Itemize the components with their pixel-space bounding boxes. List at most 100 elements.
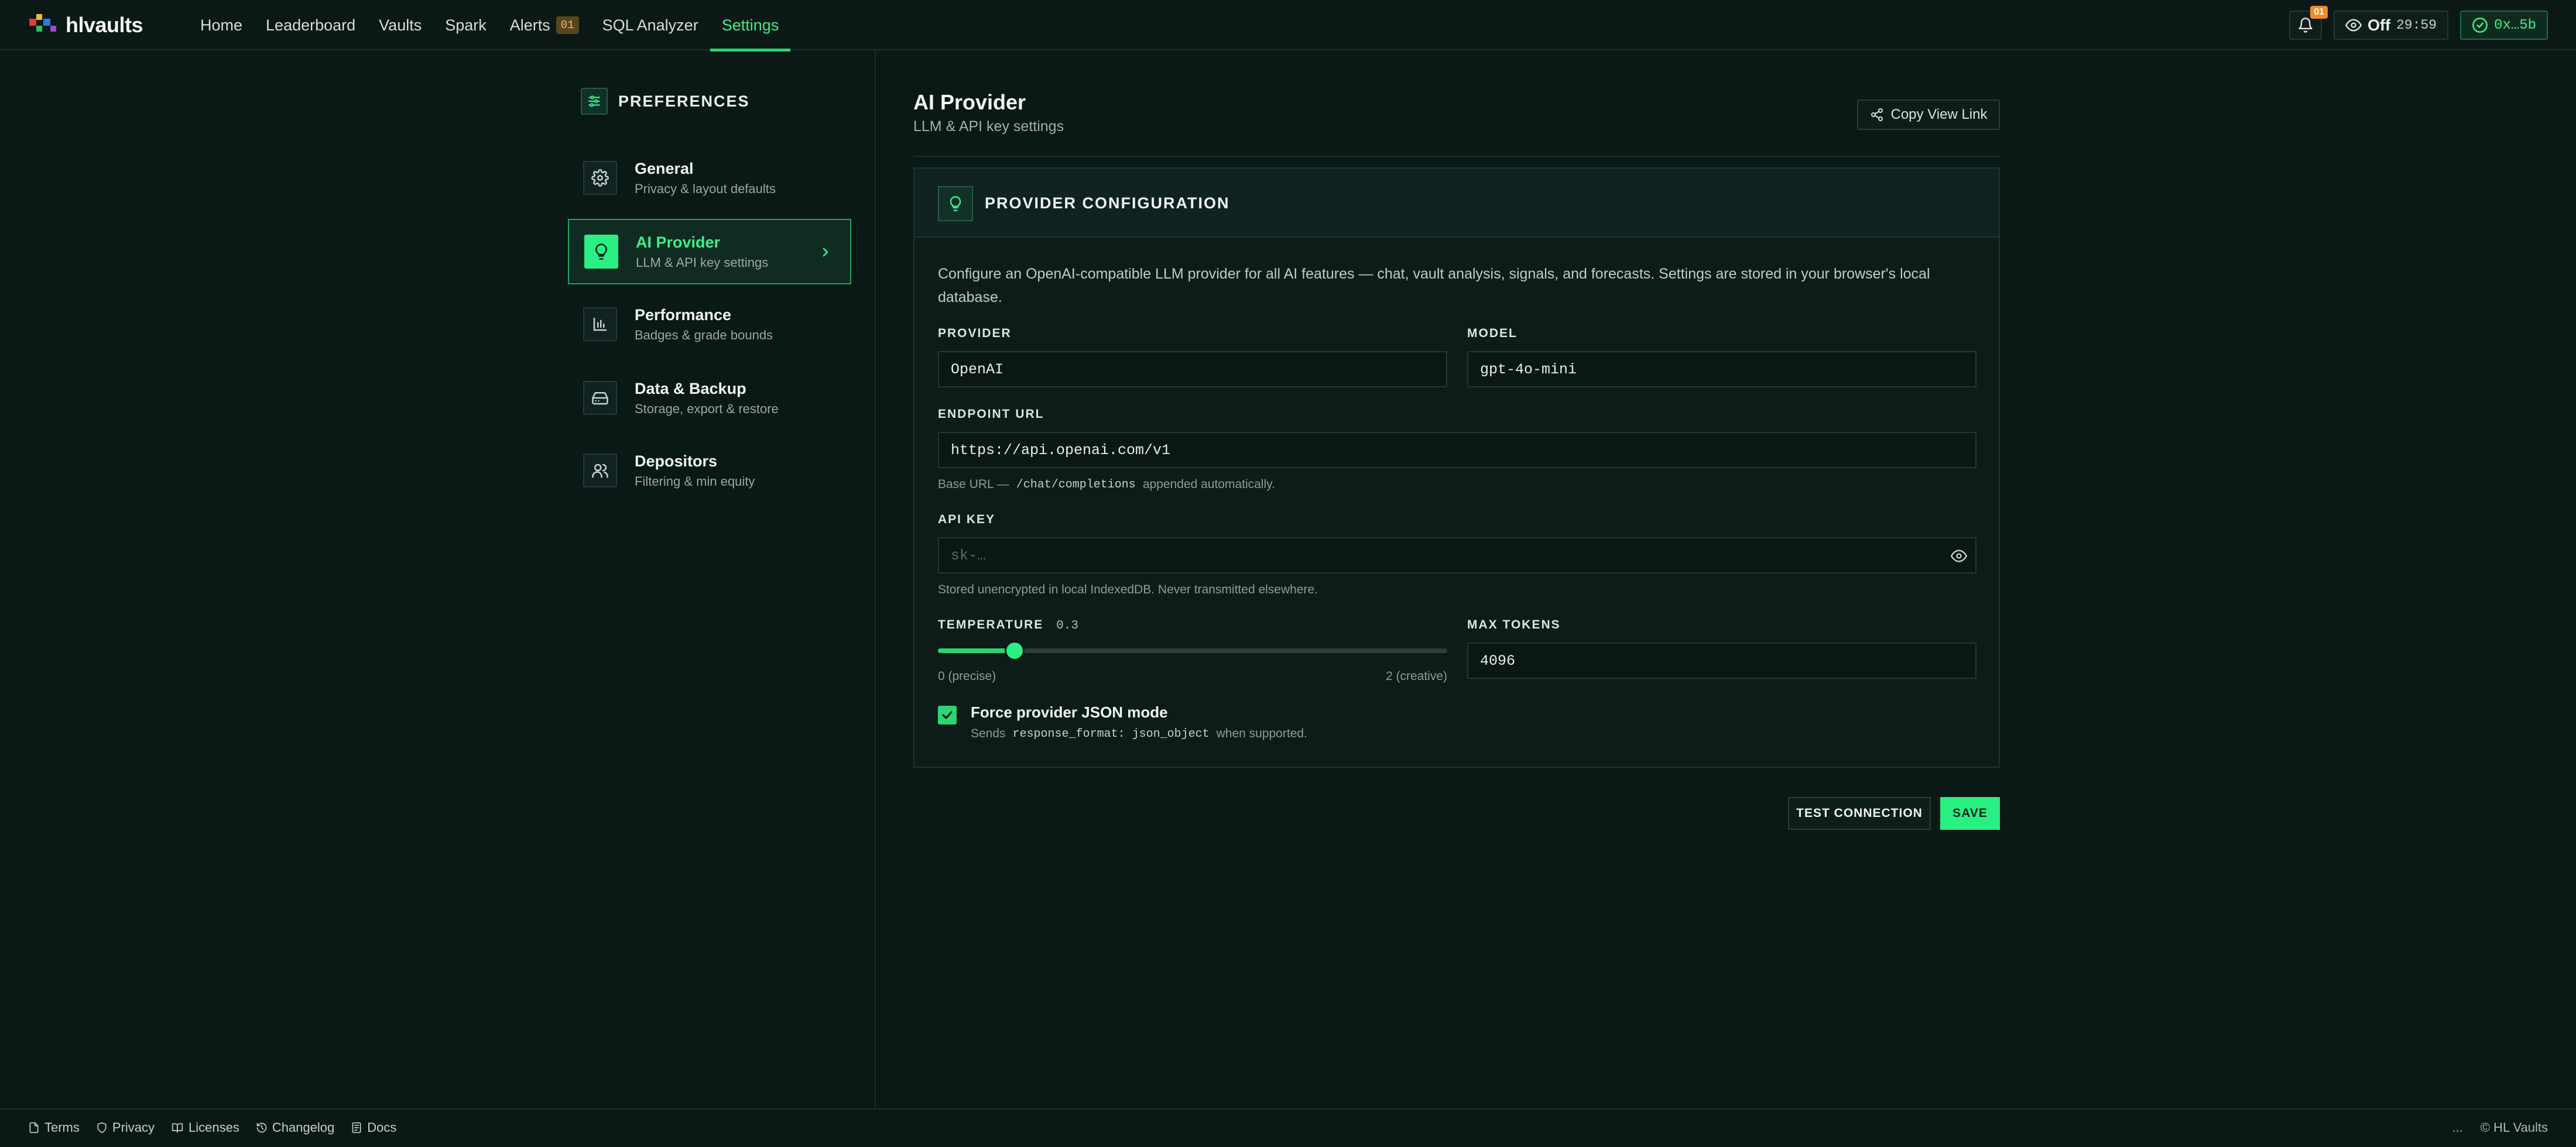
eye-icon [1951,550,1967,562]
temperature-slider[interactable] [938,641,1447,661]
lightbulb-icon [584,235,618,269]
json-mode-label: Force provider JSON mode [971,703,1168,721]
nav-home[interactable]: Home [189,0,254,50]
alerts-count-badge: 01 [556,16,579,34]
shield-icon [97,1122,107,1134]
test-connection-button[interactable]: TEST CONNECTION [1788,797,1931,830]
logo-icon [29,14,56,32]
nav-vaults[interactable]: Vaults [367,0,433,50]
nav-home-label: Home [200,16,243,34]
users-icon [583,454,617,487]
footer-ellipsis: ... [2452,1120,2463,1135]
drive-icon [583,381,617,415]
endpoint-url-input[interactable]: https://api.openai.com/v1 [938,432,1976,468]
nav-spark[interactable]: Spark [433,0,498,50]
eye-icon [2345,19,2362,32]
preferences-header: PREFERENCES [581,88,750,115]
bar-chart-icon [583,307,617,341]
nav-leaderboard[interactable]: Leaderboard [254,0,367,50]
footer-link-label: Terms [44,1120,80,1135]
footer-link-privacy[interactable]: Privacy [96,1120,155,1135]
top-nav: hlvaults Home Leaderboard Vaults Spark A… [0,0,2576,51]
provider-config-card: PROVIDER CONFIGURATION Configure an Open… [913,167,2000,768]
api-key-input[interactable]: sk-… [938,537,1976,574]
sidebar-item-text: Data & Backup Storage, export & restore [635,380,779,417]
json-mode-checkbox[interactable] [938,706,957,724]
notifications-badge: 01 [2310,6,2328,19]
nav-leaderboard-label: Leaderboard [266,16,356,34]
app-logo[interactable]: hlvaults [28,13,143,37]
sidebar-item-label: General [635,159,694,177]
copy-view-link-button[interactable]: Copy View Link [1857,99,2000,130]
sidebar-item-text: General Privacy & layout defaults [635,160,776,197]
nav-settings-label: Settings [721,16,779,34]
book-icon [172,1123,183,1133]
check-icon [942,711,953,719]
temperature-min-label: 0 (precise) [938,669,996,683]
nav-settings[interactable]: Settings [710,0,791,51]
sidebar-divider [875,50,876,1108]
footer-link-label: Changelog [272,1120,335,1135]
wallet-button[interactable]: 0x…5b [2459,11,2548,40]
sidebar-item-text: Performance Badges & grade bounds [635,306,773,343]
footer-copyright: © HL Vaults [2480,1120,2548,1135]
file-icon [29,1122,39,1134]
watch-mode-toggle[interactable]: Off 29:59 [2333,11,2448,40]
sidebar-item-depositors[interactable]: Depositors Filtering & min equity [568,438,851,503]
doc-icon [352,1122,361,1134]
save-button[interactable]: SAVE [1940,797,2000,830]
nav-vaults-label: Vaults [379,16,422,34]
api-key-placeholder: sk-… [951,547,986,564]
wallet-address: 0x…5b [2493,17,2536,33]
sidebar-item-general[interactable]: General Privacy & layout defaults [568,145,851,211]
temperature-max-label: 2 (creative) [1385,669,1447,683]
page-subtitle: LLM & API key settings [913,118,1064,135]
sidebar-item-sub: Privacy & layout defaults [635,181,776,196]
sidebar-item-performance[interactable]: Performance Badges & grade bounds [568,291,851,357]
chevron-right-icon [823,248,828,257]
sidebar-item-label: Data & Backup [635,379,746,397]
sidebar-item-text: AI Provider LLM & API key settings [636,233,768,270]
endpoint-label: ENDPOINT URL [938,407,1044,421]
sidebar-item-sub: Filtering & min equity [635,473,755,489]
notifications-button[interactable]: 01 [2289,6,2328,40]
preferences-title: PREFERENCES [618,92,750,110]
lightbulb-icon [938,186,973,221]
json-mode-hint-prefix: Sends [971,727,1006,740]
temperature-label-row: TEMPERATURE 0.3 [938,618,1078,633]
copy-view-link-label: Copy View Link [1890,107,1988,122]
model-label: MODEL [1467,327,1517,340]
sidebar-item-text: Depositors Filtering & min equity [635,452,755,489]
main-nav: Home Leaderboard Vaults Spark Alerts 01 … [189,0,791,51]
temperature-value: 0.3 [1056,619,1078,633]
json-mode-hint-suffix: when supported. [1216,727,1307,740]
sidebar-item-ai-provider[interactable]: AI Provider LLM & API key settings [568,219,851,284]
max-tokens-input[interactable]: 4096 [1467,643,1976,679]
temperature-slider-thumb[interactable] [1004,641,1025,661]
nav-alerts[interactable]: Alerts 01 [498,0,591,50]
temperature-slider-fill [938,648,1015,653]
sidebar-item-sub: Storage, export & restore [635,401,779,416]
nav-sql-analyzer[interactable]: SQL Analyzer [591,0,710,50]
api-key-label: API KEY [938,513,996,526]
max-tokens-label: MAX TOKENS [1467,618,1561,631]
footer-link-licenses[interactable]: Licenses [171,1120,239,1135]
sidebar-item-label: Depositors [635,452,718,470]
sidebar-item-data-backup[interactable]: Data & Backup Storage, export & restore [568,365,851,431]
footer-link-label: Licenses [189,1120,239,1135]
share-icon [1871,108,1883,121]
footer-link-docs[interactable]: Docs [351,1120,396,1135]
footer-link-label: Privacy [112,1120,155,1135]
sidebar-item-label: AI Provider [636,233,721,251]
temperature-label: TEMPERATURE [938,618,1044,631]
toggle-visibility-button[interactable] [1951,548,1967,564]
card-title: PROVIDER CONFIGURATION [985,194,1230,212]
provider-select[interactable]: OpenAI [938,351,1447,387]
logo-text: hlvaults [66,13,143,37]
sidebar-item-sub: Badges & grade bounds [635,327,773,342]
footer-link-changelog[interactable]: Changelog [256,1120,334,1135]
nav-sql-analyzer-label: SQL Analyzer [602,16,698,34]
card-description: Configure an OpenAI-compatible LLM provi… [938,266,1930,305]
model-input[interactable]: gpt-4o-mini [1467,351,1976,387]
footer-link-terms[interactable]: Terms [28,1120,80,1135]
